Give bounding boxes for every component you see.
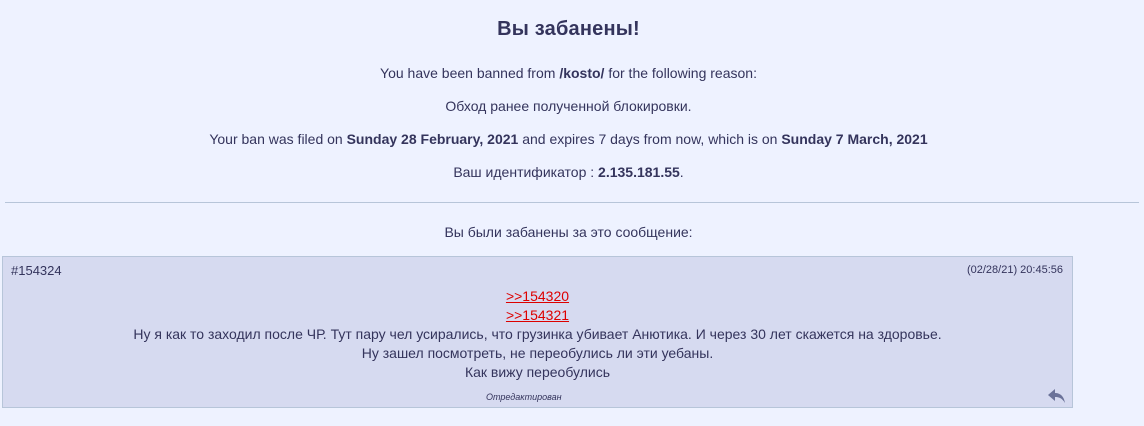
expires-date: Sunday 7 March, 2021: [781, 131, 928, 147]
banned-post: #154324 (02/28/21) 20:45:56 >>154320 >>1…: [2, 256, 1073, 408]
post-text-line-3: Как вижу переобулись: [464, 364, 611, 380]
banned-from-line: You have been banned from /kosto/ for th…: [0, 65, 1137, 81]
identifier-suffix: .: [679, 164, 684, 180]
filed-middle: and expires 7 days from now, which is on: [518, 131, 782, 147]
post-date: (02/28/21) 20:45:56: [966, 264, 1063, 276]
post-number[interactable]: #154324: [11, 263, 62, 278]
ban-page: Вы забанены! You have been banned from /…: [0, 0, 1144, 426]
identifier-line: Ваш идентификатор : 2.135.181.55.: [0, 164, 1137, 180]
quote-line-1: >>154320: [3, 287, 1072, 306]
quote-line-2: >>154321: [3, 306, 1072, 325]
ban-dates-line: Your ban was filed on Sunday 28 February…: [0, 131, 1137, 147]
banned-from-prefix: You have been banned from: [380, 65, 560, 81]
edited-note: Отредактирован: [486, 392, 562, 402]
board-name: /kosto/: [559, 65, 605, 81]
filed-prefix: Your ban was filed on: [209, 131, 347, 147]
ban-reason: Обход ранее полученной блокировки.: [445, 98, 692, 114]
post-body: >>154320 >>154321 Ну я как то заходил по…: [3, 287, 1072, 382]
divider: [5, 202, 1139, 203]
quote-link-154320[interactable]: >>154320: [506, 288, 569, 304]
post-text-line-1: Ну я как то заходил после ЧР. Тут пару ч…: [133, 326, 942, 342]
post-heading: Вы были забанены за это сообщение:: [444, 224, 693, 240]
post-text-line-2: Ну зашел посмотреть, не переобулись ли э…: [361, 345, 714, 361]
banned-from-suffix: for the following reason:: [604, 65, 757, 81]
identifier-prefix: Ваш идентификатор :: [453, 164, 599, 180]
filed-date: Sunday 28 February, 2021: [346, 131, 519, 147]
reply-arrow-icon[interactable]: [1047, 387, 1067, 405]
identifier-value: 2.135.181.55: [598, 164, 680, 180]
ban-title: Вы забанены!: [497, 18, 640, 40]
quote-link-154321[interactable]: >>154321: [506, 307, 569, 323]
